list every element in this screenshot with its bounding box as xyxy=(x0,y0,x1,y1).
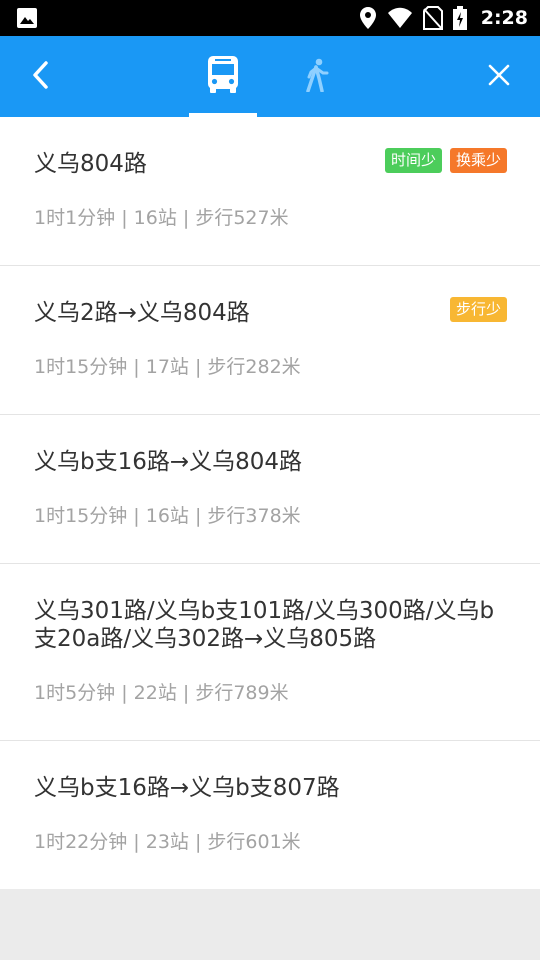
route-item[interactable]: 义乌b支16路→义乌804路 1时15分钟 | 16站 | 步行378米 xyxy=(0,415,540,564)
back-arrow-icon xyxy=(31,60,51,94)
location-icon xyxy=(359,6,377,30)
close-button[interactable] xyxy=(480,58,518,96)
badge-less-time: 时间少 xyxy=(384,148,442,173)
route-meta: 1时5分钟 | 22站 | 步行789米 xyxy=(34,682,289,704)
battery-icon xyxy=(452,6,467,30)
tab-bus[interactable] xyxy=(189,36,257,117)
route-item[interactable]: 义乌b支16路→义乌b支807路 1时22分钟 | 23站 | 步行601米 xyxy=(0,741,540,889)
bus-icon xyxy=(206,55,240,99)
route-meta: 1时15分钟 | 17站 | 步行282米 xyxy=(34,356,301,378)
walk-icon xyxy=(305,58,329,96)
route-badges: 时间少 换乘少 xyxy=(384,148,507,173)
route-item[interactable]: 义乌301路/义乌b支101路/义乌300路/义乌b 支20a路/义乌302路→… xyxy=(0,564,540,741)
back-button[interactable] xyxy=(22,58,60,96)
route-item[interactable]: 步行少 义乌2路→义乌804路 1时15分钟 | 17站 | 步行282米 xyxy=(0,266,540,415)
route-item[interactable]: 时间少 换乘少 义乌804路 1时1分钟 | 16站 | 步行527米 xyxy=(0,117,540,266)
route-meta: 1时1分钟 | 16站 | 步行527米 xyxy=(34,207,289,229)
no-sim-icon xyxy=(422,6,443,30)
wifi-icon xyxy=(387,7,413,29)
route-meta: 1时22分钟 | 23站 | 步行601米 xyxy=(34,831,301,853)
app-bar xyxy=(0,36,540,117)
status-bar: 2:28 xyxy=(0,0,540,36)
badge-less-walking: 步行少 xyxy=(449,297,507,322)
tab-walk[interactable] xyxy=(288,36,346,117)
status-time: 2:28 xyxy=(480,7,528,29)
close-icon xyxy=(487,63,511,91)
badge-fewer-transfers: 换乘少 xyxy=(449,148,507,173)
route-title-line-1: 义乌301路/义乌b支101路/义乌300路/义乌b xyxy=(34,598,495,624)
route-meta: 1时15分钟 | 16站 | 步行378米 xyxy=(34,505,301,527)
route-title-line-2: 支20a路/义乌302路→义乌805路 xyxy=(34,626,377,652)
image-icon xyxy=(16,7,38,29)
route-title: 义乌b支16路→义乌b支807路 xyxy=(34,775,340,801)
route-title: 义乌b支16路→义乌804路 xyxy=(34,449,303,475)
route-title: 义乌804路 xyxy=(34,151,147,177)
route-badges: 步行少 xyxy=(449,297,507,322)
route-title: 义乌2路→义乌804路 xyxy=(34,300,250,326)
route-list: 时间少 换乘少 义乌804路 1时1分钟 | 16站 | 步行527米 步行少 … xyxy=(0,117,540,889)
